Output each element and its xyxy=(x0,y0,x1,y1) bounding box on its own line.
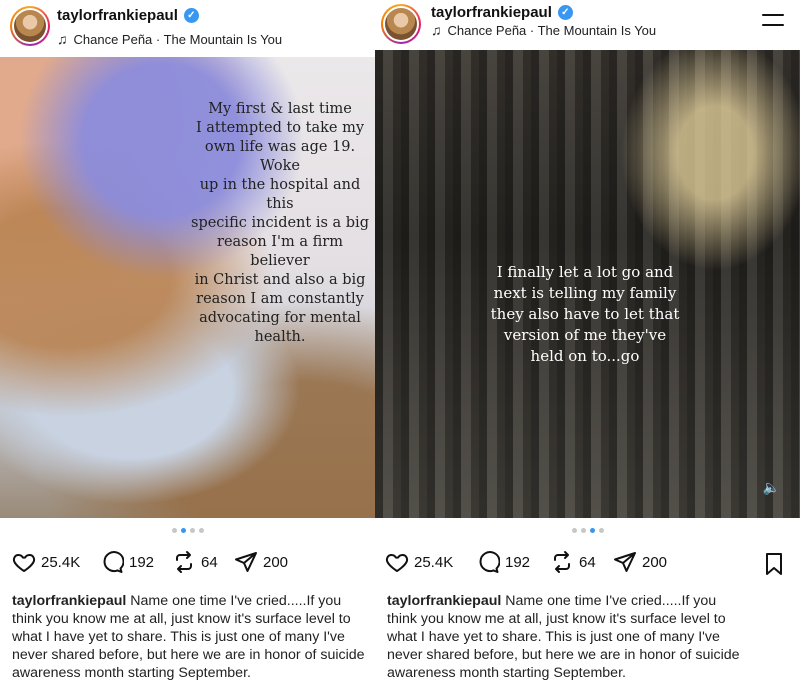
comment-button[interactable]: 192 xyxy=(476,550,530,574)
caption-line: think you know me at all, just know it's… xyxy=(387,611,726,627)
like-count: 25.4K xyxy=(414,553,454,571)
overlay-line: version of me they've xyxy=(503,326,667,344)
repost-button[interactable]: 64 xyxy=(550,550,596,574)
overlay-text: I finally let a lot go and next is telli… xyxy=(470,262,700,367)
overlay-line: they also have to let that xyxy=(490,305,680,323)
post-header: taylorfrankiepaul ✓ ♫ Chance Peña · The … xyxy=(0,0,375,52)
post-caption: taylorfrankiepaul Name one time I've cri… xyxy=(387,592,787,680)
right-post: taylorfrankiepaul ✓ ♫ Chance Peña · The … xyxy=(375,0,800,680)
comment-count: 192 xyxy=(505,553,531,571)
caption-username[interactable]: taylorfrankiepaul xyxy=(387,593,501,609)
share-count: 200 xyxy=(263,553,289,571)
comment-icon xyxy=(479,551,500,573)
repost-count: 64 xyxy=(201,553,218,571)
username[interactable]: taylorfrankiepaul xyxy=(431,4,552,21)
caption-line: Name one time I've cried.....If you xyxy=(130,593,342,609)
share-count: 200 xyxy=(642,553,668,571)
comment-count: 192 xyxy=(129,553,155,571)
music-label: Chance Peña · The Mountain Is You xyxy=(73,31,283,47)
left-post: taylorfrankiepaul ✓ ♫ Chance Peña · The … xyxy=(0,0,375,680)
comment-icon xyxy=(103,551,124,573)
comment-button[interactable]: 192 xyxy=(100,550,154,574)
caption-line: what I have yet to share. This is just o… xyxy=(387,629,720,645)
carousel-dot xyxy=(580,528,586,533)
heart-icon xyxy=(385,554,409,572)
caption-line: never shared before, but here we are in … xyxy=(387,647,740,663)
send-icon xyxy=(235,552,257,572)
like-button[interactable]: 25.4K xyxy=(385,550,453,574)
overlay-line: I attempted to take my xyxy=(195,120,365,136)
overlay-line: reason I'm a firm believer xyxy=(217,234,343,269)
caption-username[interactable]: taylorfrankiepaul xyxy=(12,593,126,609)
caption-line: awareness month starting September. xyxy=(387,665,626,680)
post-header: taylorfrankiepaul ✓ ♫ Chance Peña · The … xyxy=(375,0,800,52)
repost-icon xyxy=(554,551,570,573)
music-track[interactable]: ♫ Chance Peña · The Mountain Is You xyxy=(431,22,656,38)
overlay-line: in Christ and also a big xyxy=(194,272,366,288)
menu-icon[interactable] xyxy=(762,14,784,28)
sound-icon[interactable]: 🔈 xyxy=(763,479,780,496)
music-track[interactable]: ♫ Chance Peña · The Mountain Is You xyxy=(57,31,282,47)
overlay-line: I finally let a lot go and xyxy=(496,263,674,281)
repost-button[interactable]: 64 xyxy=(172,550,218,574)
caption-line: Name one time I've cried.....If you xyxy=(505,593,717,609)
avatar[interactable] xyxy=(381,4,421,44)
send-icon xyxy=(614,552,636,572)
overlay-line: held on to...go xyxy=(530,347,640,365)
post-media[interactable]: I finally let a lot go and next is telli… xyxy=(375,50,800,518)
overlay-line: next is telling my family xyxy=(493,284,677,302)
post-media[interactable]: My first & last time I attempted to take… xyxy=(0,57,375,518)
overlay-line: reason I am constantly xyxy=(196,291,364,307)
carousel-dot-active xyxy=(180,528,186,533)
carousel-dot xyxy=(189,528,195,533)
repost-icon xyxy=(176,551,192,573)
music-note-icon: ♫ xyxy=(57,31,68,47)
verified-badge-icon: ✓ xyxy=(557,5,573,20)
overlay-line: up in the hospital and this xyxy=(199,177,361,212)
carousel-dot xyxy=(598,528,604,533)
carousel-dot xyxy=(571,528,577,533)
carousel-dots xyxy=(0,528,375,533)
action-bar: 25.4K 192 64 200 xyxy=(0,550,375,580)
overlay-line: advocating for mental xyxy=(199,310,361,326)
caption-line: think you know me at all, just know it's… xyxy=(12,611,351,627)
carousel-dot-active xyxy=(589,528,595,533)
share-button[interactable]: 200 xyxy=(234,550,288,574)
overlay-text: My first & last time I attempted to take… xyxy=(190,100,370,347)
caption-line: never shared before, but here we are in … xyxy=(12,647,365,663)
repost-count: 64 xyxy=(579,553,596,571)
verified-badge-icon: ✓ xyxy=(183,8,199,23)
action-bar: 25.4K 192 64 200 xyxy=(375,550,800,580)
carousel-dots xyxy=(375,528,800,533)
post-caption: taylorfrankiepaul Name one time I've cri… xyxy=(12,592,375,680)
heart-icon xyxy=(12,554,36,572)
overlay-line: My first & last time xyxy=(208,101,352,117)
share-button[interactable]: 200 xyxy=(613,550,667,574)
like-button[interactable]: 25.4K xyxy=(12,550,80,574)
overlay-line: health. xyxy=(254,329,306,345)
carousel-dot xyxy=(198,528,204,533)
caption-line: awareness month starting September. xyxy=(12,665,251,680)
bookmark-icon[interactable] xyxy=(762,552,786,576)
carousel-dot xyxy=(171,528,177,533)
avatar[interactable] xyxy=(10,6,50,46)
music-label: Chance Peña · The Mountain Is You xyxy=(447,22,657,38)
music-note-icon: ♫ xyxy=(431,22,442,38)
caption-line: what I have yet to share. This is just o… xyxy=(12,629,345,645)
overlay-line: specific incident is a big xyxy=(191,215,369,231)
like-count: 25.4K xyxy=(41,553,81,571)
username[interactable]: taylorfrankiepaul xyxy=(57,7,178,24)
overlay-line: own life was age 19. Woke xyxy=(204,139,356,174)
